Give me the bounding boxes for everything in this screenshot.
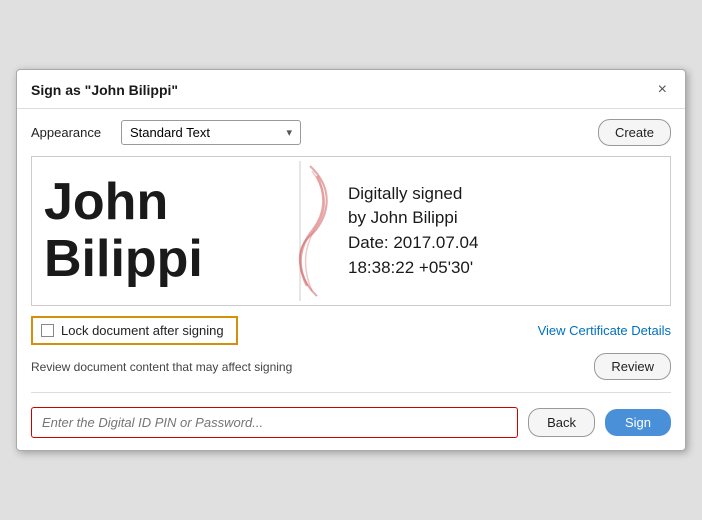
divider xyxy=(31,392,671,393)
view-certificate-link[interactable]: View Certificate Details xyxy=(538,323,671,338)
lock-checkbox[interactable] xyxy=(41,324,54,337)
back-button[interactable]: Back xyxy=(528,408,595,437)
signature-info: Digitally signed by John Bilippi Date: 2… xyxy=(342,172,670,291)
chevron-down-icon: ▾ xyxy=(286,126,292,139)
sign-button[interactable]: Sign xyxy=(605,409,671,436)
signature-name: John Bilippi xyxy=(32,164,262,298)
review-text: Review document content that may affect … xyxy=(31,360,292,374)
close-button[interactable]: × xyxy=(654,80,671,100)
sig-info-line2: by John Bilippi xyxy=(348,206,658,231)
pin-password-input[interactable] xyxy=(31,407,518,438)
appearance-label: Appearance xyxy=(31,125,111,140)
sig-name-line2: Bilippi xyxy=(44,231,254,288)
sign-dialog: Sign as "John Bilippi" × Appearance Stan… xyxy=(16,69,686,451)
sig-swoosh-area xyxy=(262,156,342,306)
sig-name-line1: John xyxy=(44,174,254,231)
create-button[interactable]: Create xyxy=(598,119,671,146)
appearance-select-value: Standard Text xyxy=(130,125,210,140)
lock-row: Lock document after signing View Certifi… xyxy=(17,306,685,349)
sig-info-line1: Digitally signed xyxy=(348,182,658,207)
appearance-select[interactable]: Standard Text ▾ xyxy=(121,120,301,145)
dialog-title: Sign as "John Bilippi" xyxy=(31,82,178,98)
sig-info-line4: 18:38:22 +05'30' xyxy=(348,256,658,281)
bottom-row: Back Sign xyxy=(17,399,685,450)
review-row: Review document content that may affect … xyxy=(17,349,685,386)
appearance-row: Appearance Standard Text ▾ Create xyxy=(17,109,685,156)
review-button[interactable]: Review xyxy=(594,353,671,380)
title-bar: Sign as "John Bilippi" × xyxy=(17,70,685,109)
lock-label: Lock document after signing xyxy=(61,323,224,338)
signature-preview: John Bilippi Digitally signed by John Bi… xyxy=(31,156,671,306)
sig-info-line3: Date: 2017.07.04 xyxy=(348,231,658,256)
sig-swoosh-icon xyxy=(262,156,342,306)
lock-checkbox-area[interactable]: Lock document after signing xyxy=(31,316,238,345)
